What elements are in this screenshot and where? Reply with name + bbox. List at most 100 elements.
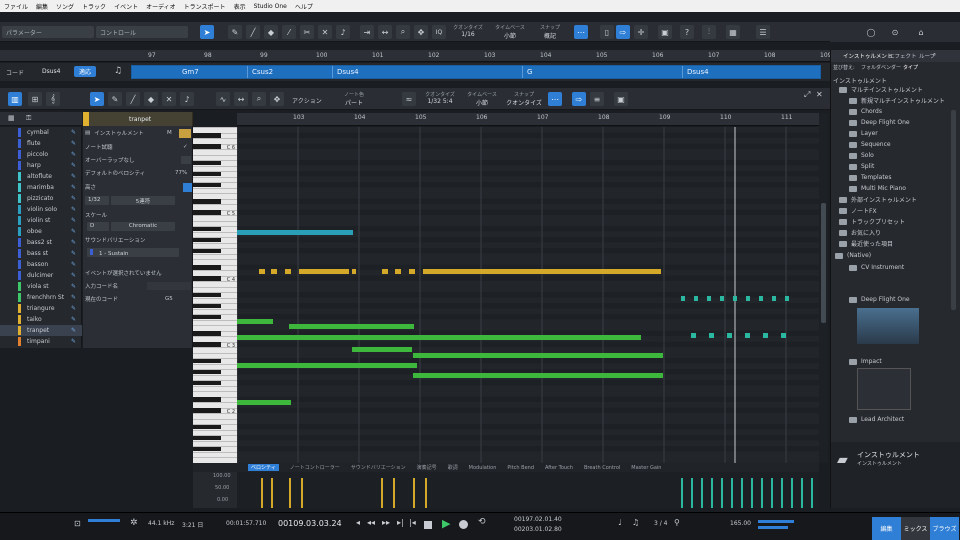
black-key[interactable] <box>193 160 221 165</box>
black-key[interactable] <box>193 133 221 138</box>
midi-note[interactable] <box>237 230 353 235</box>
grid-value-select[interactable]: 1/32 <box>85 196 109 205</box>
browser-item[interactable]: Solo <box>831 150 951 161</box>
cloud-icon[interactable]: ⊙ <box>888 25 902 39</box>
browser-item[interactable]: トラックプリセット <box>831 216 951 227</box>
lane-tab[interactable]: Pitch Bend <box>507 465 534 471</box>
autoscroll-button[interactable]: ⇨ <box>616 25 630 39</box>
pencil-icon[interactable]: ✎ <box>71 283 76 290</box>
scroll-thumb[interactable] <box>821 203 826 323</box>
pitch-toggle[interactable] <box>183 182 192 192</box>
render-button[interactable]: ▣ <box>658 25 672 39</box>
mute-tool-button[interactable]: ✕ <box>318 25 332 39</box>
velocity-bar[interactable] <box>271 478 273 508</box>
browser-item[interactable]: Deep Flight One <box>831 117 951 128</box>
record-button[interactable] <box>459 520 468 529</box>
track-item[interactable]: taiko ✎ <box>0 314 82 325</box>
editor-instrument-button[interactable]: ▥ <box>8 92 22 106</box>
pencil-icon[interactable]: ✎ <box>71 162 76 169</box>
track-item[interactable]: altoflute ✎ <box>0 171 82 182</box>
browser-item[interactable]: Split <box>831 161 951 172</box>
play-button[interactable]: ▶ <box>442 517 450 530</box>
quantize-control[interactable]: クオンタイズ 1/16 <box>448 24 488 38</box>
midi-note[interactable] <box>746 296 750 301</box>
velocity-bar[interactable] <box>721 478 723 508</box>
midi-note[interactable] <box>694 296 698 301</box>
transform-tool-button[interactable]: ✥ <box>414 25 428 39</box>
pencil-tool-button[interactable]: ✎ <box>228 25 242 39</box>
black-key[interactable] <box>193 424 221 429</box>
velocity-bar[interactable] <box>425 478 427 508</box>
velocity-bar[interactable] <box>393 478 395 508</box>
track-item[interactable]: violin st ✎ <box>0 215 82 226</box>
loop-start-display[interactable]: 00197.02.01.40 <box>514 516 562 523</box>
pencil-icon[interactable]: ✎ <box>71 272 76 279</box>
velocity-bar[interactable] <box>691 478 693 508</box>
help-button[interactable]: ? <box>680 25 694 39</box>
track-item[interactable]: bass st ✎ <box>0 248 82 259</box>
track-item[interactable]: tranpet ✎ <box>0 325 82 336</box>
editor-zoom-tool[interactable]: ⌕ <box>252 92 266 106</box>
scale-root-select[interactable]: D <box>87 222 109 231</box>
velocity-bar[interactable] <box>761 478 763 508</box>
midi-note[interactable] <box>237 400 291 405</box>
chord-mode-badge[interactable]: 適応 <box>74 66 97 77</box>
browser-item[interactable]: Sequence <box>831 139 951 150</box>
midi-note[interactable] <box>409 269 415 274</box>
sort-folder[interactable]: フォルダ <box>861 64 881 71</box>
chord-event[interactable]: Gm7 <box>182 68 199 76</box>
velocity-bar[interactable] <box>413 478 415 508</box>
edit-tab[interactable]: 編集 <box>872 517 901 540</box>
black-key[interactable] <box>193 369 221 374</box>
track-item[interactable]: cymbal ✎ <box>0 127 82 138</box>
track-item[interactable]: frenchhrn St ✎ <box>0 292 82 303</box>
black-key[interactable] <box>193 144 221 149</box>
editor-timebase-control[interactable]: タイムベース 小節 <box>462 91 502 107</box>
menu-item-8[interactable]: Studio One <box>254 3 287 10</box>
metronome-icon[interactable]: ♩ <box>618 518 622 527</box>
pencil-icon[interactable]: ✎ <box>71 327 76 334</box>
midi-note[interactable] <box>781 333 786 338</box>
sort-vendor[interactable]: ベンダー <box>881 64 901 71</box>
menu-item-3[interactable]: トラック <box>82 2 106 11</box>
piano-keyboard[interactable]: C 6 C 5 C 4 C 3 C 2 <box>193 127 237 463</box>
arrow-tool-button[interactable]: ➤ <box>200 25 214 39</box>
black-key[interactable] <box>193 314 221 319</box>
split-tool-button[interactable]: ✂ <box>300 25 314 39</box>
action-menu[interactable]: アクション <box>292 96 322 105</box>
pencil-icon[interactable]: ✎ <box>71 338 76 345</box>
black-key[interactable] <box>193 446 221 451</box>
stretch-tool-button[interactable]: ↔ <box>378 25 392 39</box>
browse-tab[interactable]: ブラウズ <box>930 517 959 540</box>
position-display[interactable]: 00109.03.03.24 <box>278 519 342 528</box>
track-item[interactable]: harp ✎ <box>0 160 82 171</box>
black-key[interactable] <box>193 265 221 270</box>
track-item[interactable]: viola st ✎ <box>0 281 82 292</box>
lane-tab[interactable]: Modulation <box>469 465 497 471</box>
loop-icon[interactable]: ⟲ <box>478 517 486 527</box>
midi-note[interactable] <box>709 333 714 338</box>
lane-tab[interactable]: ノートコントローラー <box>290 464 340 471</box>
browser-item[interactable]: Lead Architect <box>831 414 951 425</box>
tempo-icon[interactable]: ⚲ <box>674 518 680 527</box>
track-item[interactable]: dulcimer ✎ <box>0 270 82 281</box>
pencil-icon[interactable]: ✎ <box>71 184 76 191</box>
expand-icon[interactable]: ⤢ <box>804 90 810 100</box>
chord-event[interactable]: G <box>527 68 532 76</box>
chord-lane[interactable]: Gm7 Csus2 Dsus4 G Dsus4 <box>131 65 821 79</box>
bend-tool-button[interactable]: ⇥ <box>360 25 374 39</box>
black-key[interactable] <box>193 226 221 231</box>
pencil-icon[interactable]: ✎ <box>71 151 76 158</box>
pencil-icon[interactable]: ✎ <box>71 228 76 235</box>
velocity-bar[interactable] <box>741 478 743 508</box>
chord-track-key[interactable]: Dsus4 <box>42 68 61 75</box>
mix-tab[interactable]: ミックス <box>901 517 930 540</box>
pianoroll-ruler[interactable]: 103 104 105 106 107 108 109 110 111 <box>237 113 819 126</box>
track-item[interactable]: bass2 st ✎ <box>0 237 82 248</box>
pencil-icon[interactable]: ✎ <box>71 140 76 147</box>
lane-tab[interactable]: 歌詞 <box>448 464 458 471</box>
midi-note[interactable] <box>271 269 277 274</box>
midi-note[interactable] <box>733 296 737 301</box>
search-icon[interactable]: ⌕ <box>933 52 936 59</box>
pencil-icon[interactable]: ✎ <box>71 195 76 202</box>
